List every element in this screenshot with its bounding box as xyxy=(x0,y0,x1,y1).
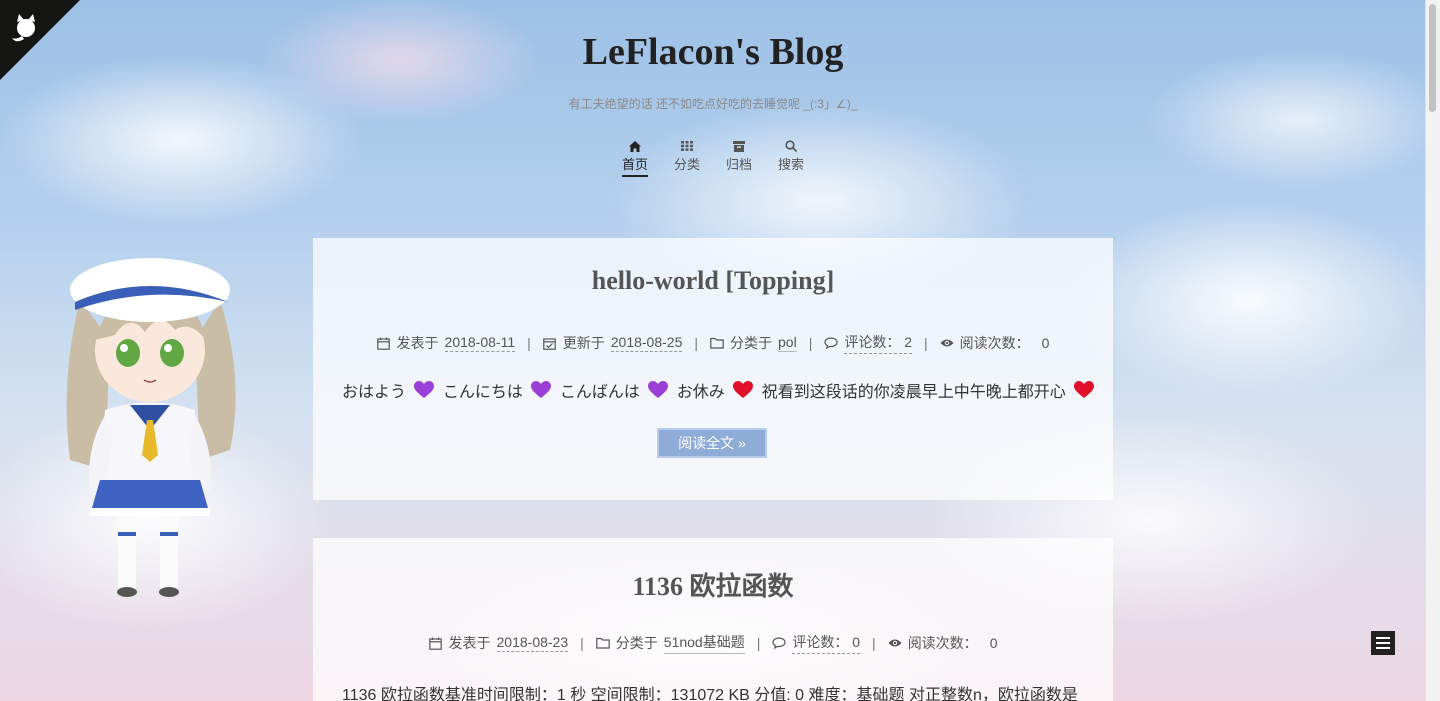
excerpt-text: 祝看到这段话的你凌晨早上中午晚上都开心 xyxy=(761,384,1066,401)
views-count: 0 xyxy=(1041,335,1050,351)
archive-icon xyxy=(733,138,745,154)
menu-item-label: 归档 xyxy=(725,157,752,172)
meta-divider: | xyxy=(872,635,876,651)
views-count: 0 xyxy=(989,635,998,651)
calendar-check-icon xyxy=(543,336,557,350)
site-subtitle: 有工夫绝望的话 还不如吃点好吃的去睡觉呢 _(:3」∠)_ xyxy=(568,97,858,111)
category-label: 分类于 xyxy=(730,335,773,351)
meta-divider: | xyxy=(756,635,761,651)
post-meta: 发表于 2018-08-23 | 分类于 51nod基础题 | 评论数： 0 |… xyxy=(313,632,1113,654)
menu-item-label: 搜索 xyxy=(777,157,804,172)
hamburger-icon-line xyxy=(1376,647,1390,649)
folder-icon xyxy=(595,636,610,650)
comment-icon xyxy=(824,336,838,350)
grid-icon xyxy=(681,138,693,154)
red-heart-icon xyxy=(1074,381,1095,398)
post-title[interactable]: 1136 欧拉函数 xyxy=(313,566,1113,603)
category-link[interactable]: pol xyxy=(778,334,797,352)
meta-divider: | xyxy=(694,335,699,351)
comments-label: 评论数： xyxy=(792,634,849,650)
updated-date: 2018-08-25 xyxy=(610,334,683,352)
comment-icon xyxy=(772,636,786,650)
red-heart-icon xyxy=(733,381,754,398)
read-more-button[interactable]: 阅读全文 » xyxy=(657,428,767,458)
views-label: 阅读次数： xyxy=(907,635,978,651)
views-label: 阅读次数： xyxy=(959,335,1030,351)
excerpt-text: お休み xyxy=(676,384,725,401)
purple-heart-icon xyxy=(531,381,552,398)
eye-icon xyxy=(940,336,954,350)
published-date: 2018-08-11 xyxy=(444,334,516,352)
comments-count: 0 xyxy=(852,634,861,650)
published-date: 2018-08-23 xyxy=(496,634,569,652)
excerpt-text: おはよう xyxy=(342,384,407,401)
menu-item-label: 分类 xyxy=(673,157,700,172)
comments-label: 评论数： xyxy=(844,334,901,350)
main-menu: 首页 分类 归档 搜索 xyxy=(0,138,1426,177)
purple-heart-icon xyxy=(414,381,435,398)
page-scrollbar[interactable] xyxy=(1425,0,1440,701)
menu-item-categories[interactable]: 分类 xyxy=(672,138,702,177)
comments-count: 2 xyxy=(904,334,913,350)
comments-link[interactable]: 评论数： 0 xyxy=(792,632,861,654)
double-chevron-right-icon: » xyxy=(738,435,746,451)
hamburger-icon-line xyxy=(1376,637,1390,639)
excerpt-text: こんにちは xyxy=(442,384,523,401)
meta-divider: | xyxy=(527,335,531,351)
post-excerpt: 1136 欧拉函数基准时间限制：1 秒 空间限制：131072 KB 分值: 0… xyxy=(342,687,1078,701)
home-icon xyxy=(629,138,641,154)
sidebar-toggle-button[interactable] xyxy=(1371,631,1395,655)
meta-divider: | xyxy=(808,335,813,351)
post-meta: 发表于 2018-08-11 | 更新于 2018-08-25 | 分类于 po… xyxy=(313,332,1113,354)
menu-item-label: 首页 xyxy=(621,154,648,177)
published-label: 发表于 xyxy=(448,635,491,651)
search-icon xyxy=(785,138,797,154)
calendar-icon xyxy=(429,636,443,650)
category-link[interactable]: 51nod基础题 xyxy=(663,632,745,654)
menu-item-home[interactable]: 首页 xyxy=(620,138,650,177)
updated-label: 更新于 xyxy=(562,335,605,351)
calendar-icon xyxy=(377,336,391,350)
post-title[interactable]: hello-world [Topping] xyxy=(313,266,1113,296)
live2d-mascot[interactable] xyxy=(50,240,250,600)
excerpt-text: こんばんは xyxy=(559,384,640,401)
folder-icon xyxy=(710,336,724,350)
post-excerpt: おはよう こんにちは こんばんは お休み 祝看到这段话的你凌晨早上中午晚上都开心 xyxy=(342,378,1095,402)
meta-divider: | xyxy=(924,335,928,351)
menu-item-search[interactable]: 搜索 xyxy=(776,138,806,177)
menu-item-archives[interactable]: 归档 xyxy=(724,138,754,177)
comments-link[interactable]: 评论数： 2 xyxy=(844,332,913,354)
meta-divider: | xyxy=(580,635,584,651)
purple-heart-icon xyxy=(648,381,669,398)
category-label: 分类于 xyxy=(615,635,658,651)
post-card: 1136 欧拉函数 发表于 2018-08-23 | 分类于 51nod基础题 … xyxy=(313,538,1113,701)
site-title[interactable]: LeFlacon's Blog xyxy=(0,30,1426,74)
read-more-label: 阅读全文 xyxy=(678,435,735,451)
post-card: hello-world [Topping] 发表于 2018-08-11 | 更… xyxy=(313,238,1113,500)
eye-icon xyxy=(888,636,902,650)
scrollbar-thumb[interactable] xyxy=(1429,4,1436,112)
published-label: 发表于 xyxy=(396,335,439,351)
hamburger-icon-line xyxy=(1376,642,1390,644)
